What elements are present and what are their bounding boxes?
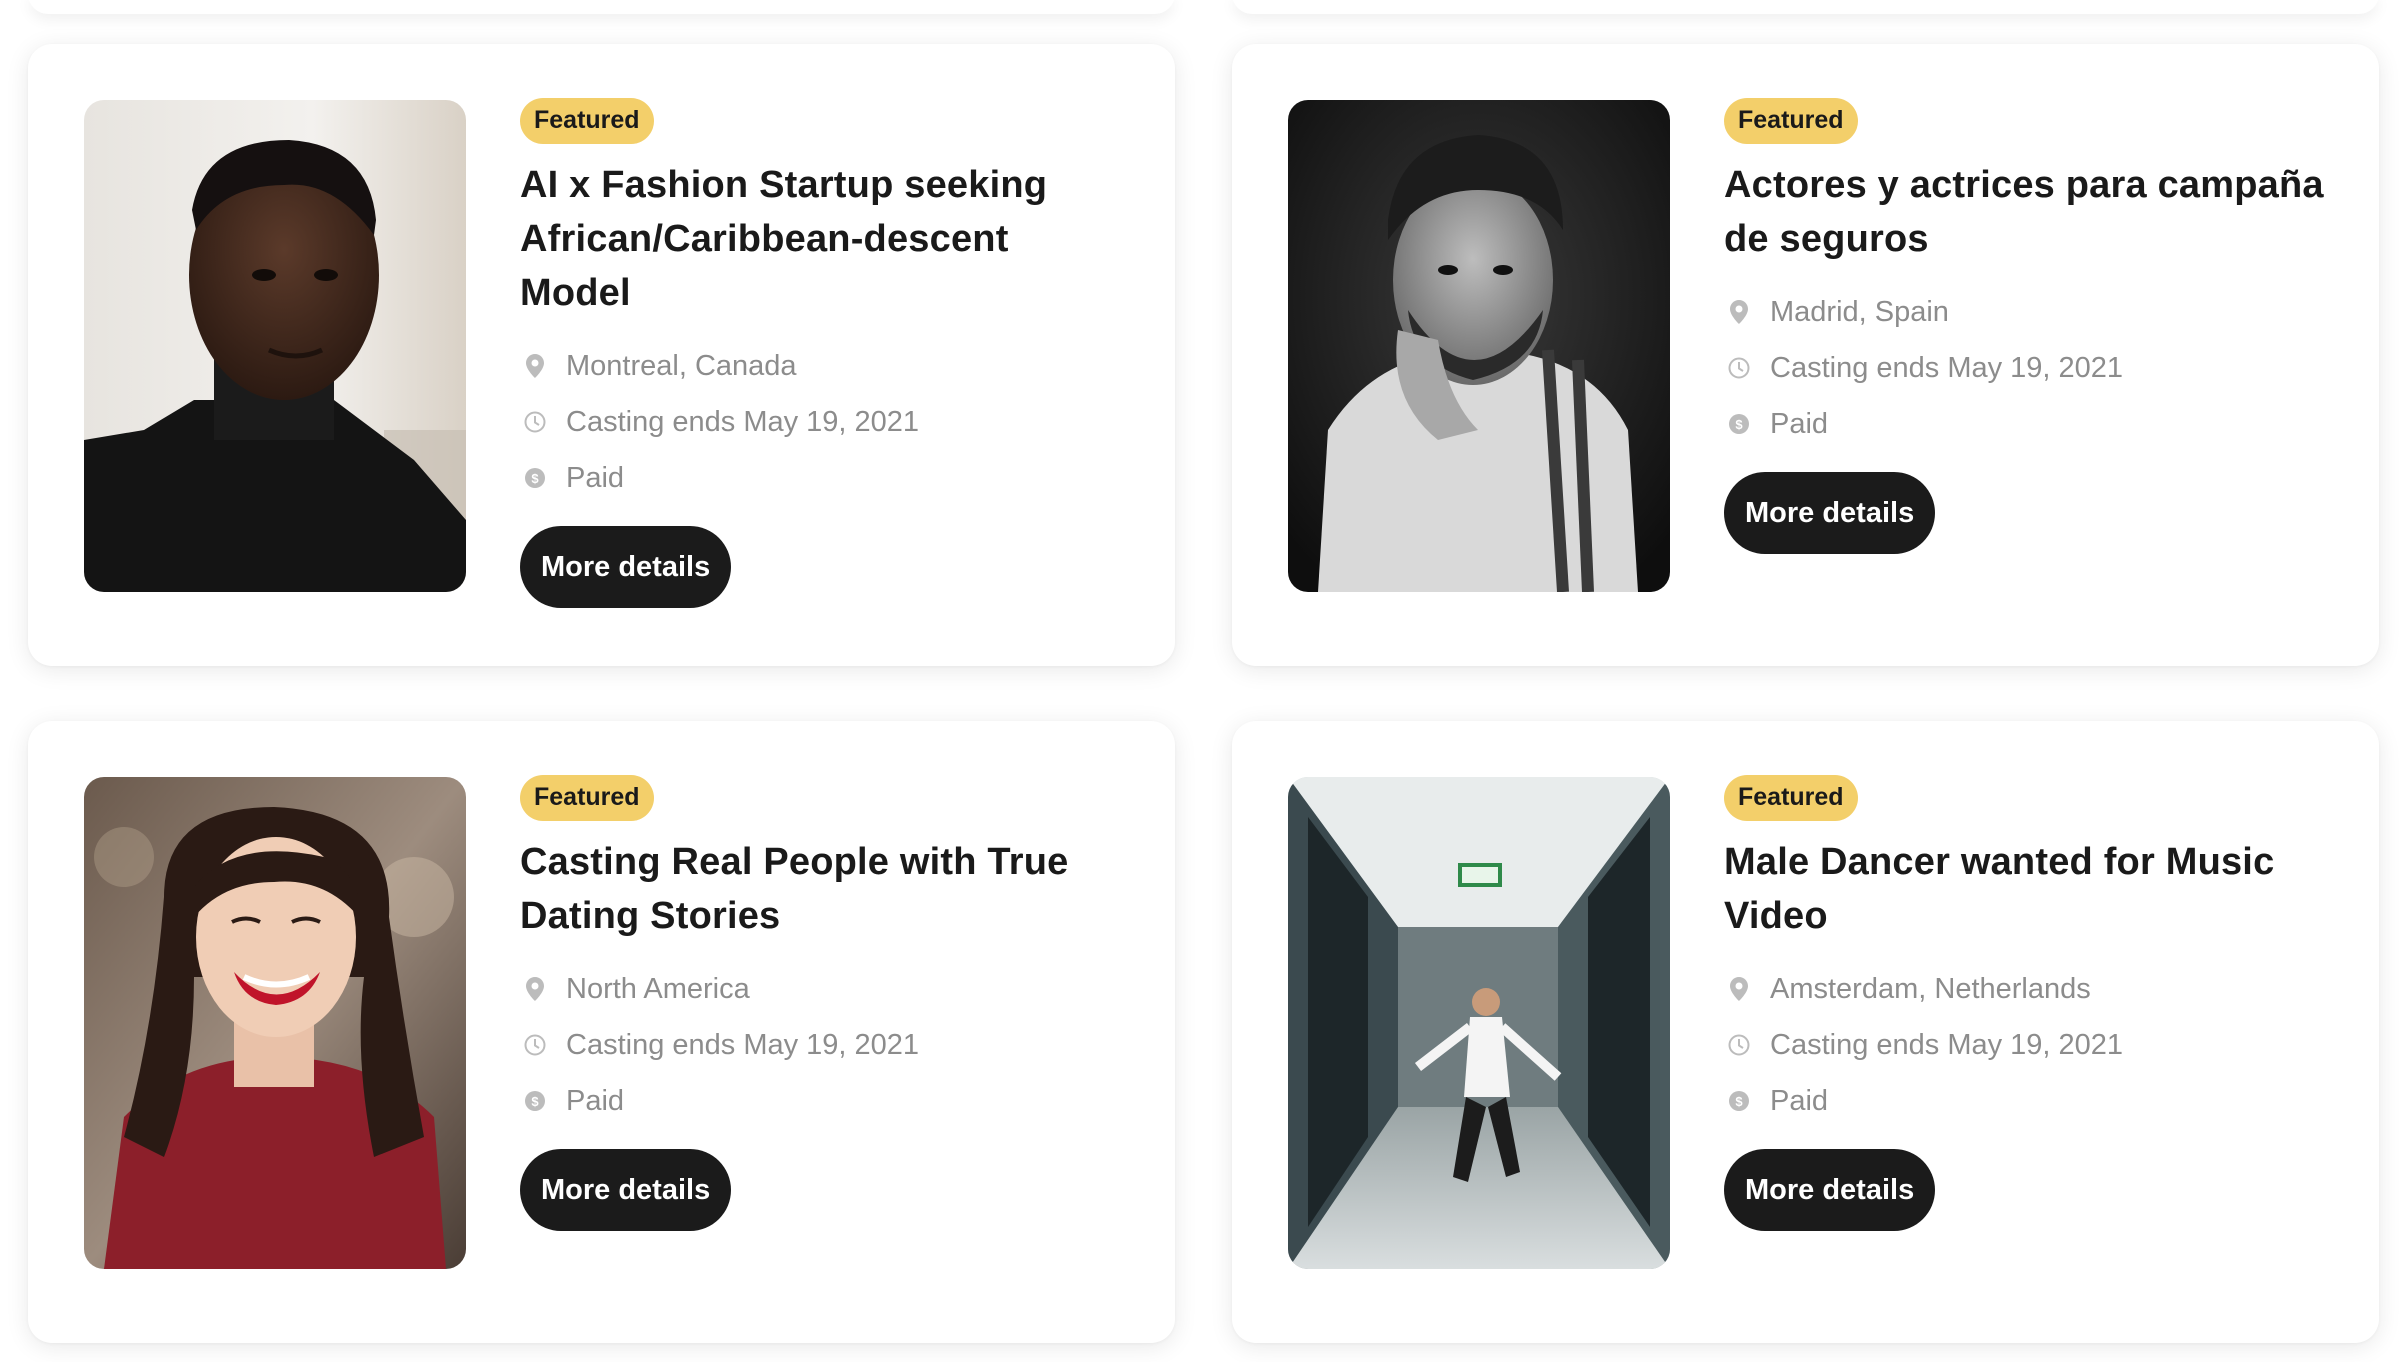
pay-text: Paid [1770, 407, 1829, 440]
svg-text:$: $ [531, 471, 539, 486]
casting-card-content: Featured AI x Fashion Startup seeking Af… [520, 98, 1120, 608]
location-text: Amsterdam, Netherlands [1770, 972, 2091, 1005]
casting-photo[interactable] [84, 777, 466, 1269]
casting-meta: Amsterdam, Netherlands Casting ends May … [1724, 961, 2324, 1129]
deadline-text: Casting ends May 19, 2021 [566, 1028, 920, 1061]
location-text: North America [566, 972, 750, 1005]
location-pin-icon [524, 977, 546, 1001]
clock-icon [1728, 1033, 1750, 1057]
deadline-text: Casting ends May 19, 2021 [1770, 351, 2124, 384]
casting-photo[interactable] [84, 100, 466, 592]
casting-pay: $ Paid [520, 1073, 1120, 1129]
casting-deadline: Casting ends May 19, 2021 [520, 1017, 1120, 1073]
casting-deadline: Casting ends May 19, 2021 [520, 394, 1120, 450]
dollar-coin-icon: $ [524, 466, 546, 490]
casting-title[interactable]: Actores y actrices para campaña de segur… [1724, 158, 2324, 266]
casting-deadline: Casting ends May 19, 2021 [1724, 340, 2324, 396]
location-pin-icon [1728, 977, 1750, 1001]
casting-photo[interactable] [1288, 777, 1670, 1269]
casting-title[interactable]: Male Dancer wanted for Music Video [1724, 835, 2324, 943]
casting-deadline: Casting ends May 19, 2021 [1724, 1017, 2324, 1073]
casting-card-content: Featured Casting Real People with True D… [520, 775, 1120, 1231]
casting-pay: $ Paid [1724, 1073, 2324, 1129]
featured-badge: Featured [520, 775, 654, 821]
casting-meta: Montreal, Canada Casting ends May 19, 20… [520, 338, 1120, 506]
location-text: Montreal, Canada [566, 349, 797, 382]
casting-location: Madrid, Spain [1724, 284, 2324, 340]
deadline-text: Casting ends May 19, 2021 [566, 405, 920, 438]
more-details-button[interactable]: More details [520, 526, 732, 608]
casting-card[interactable]: Featured Actores y actrices para campaña… [1232, 44, 2379, 666]
casting-meta: Madrid, Spain Casting ends May 19, 2021 … [1724, 284, 2324, 452]
casting-card-content: Featured Male Dancer wanted for Music Vi… [1724, 775, 2324, 1231]
casting-title[interactable]: AI x Fashion Startup seeking African/Car… [520, 158, 1120, 320]
pay-text: Paid [566, 1084, 625, 1117]
svg-text:$: $ [531, 1094, 539, 1109]
location-pin-icon [524, 354, 546, 378]
pay-text: Paid [1770, 1084, 1829, 1117]
casting-location: Montreal, Canada [520, 338, 1120, 394]
location-text: Madrid, Spain [1770, 295, 1949, 328]
more-details-button[interactable]: More details [520, 1149, 732, 1231]
clock-icon [1728, 356, 1750, 380]
casting-location: Amsterdam, Netherlands [1724, 961, 2324, 1017]
featured-badge: Featured [1724, 775, 1858, 821]
clock-icon [524, 410, 546, 434]
casting-pay: $ Paid [520, 450, 1120, 506]
more-details-button[interactable]: More details [1724, 472, 1936, 554]
dollar-coin-icon: $ [524, 1089, 546, 1113]
clock-icon [524, 1033, 546, 1057]
casting-photo[interactable] [1288, 100, 1670, 592]
more-details-button[interactable]: More details [1724, 1149, 1936, 1231]
casting-card[interactable]: Featured AI x Fashion Startup seeking Af… [28, 44, 1175, 666]
previous-card-edge [28, 0, 1175, 14]
featured-badge: Featured [1724, 98, 1858, 144]
pay-text: Paid [566, 461, 625, 494]
casting-title[interactable]: Casting Real People with True Dating Sto… [520, 835, 1120, 943]
svg-text:$: $ [1735, 417, 1743, 432]
dollar-coin-icon: $ [1728, 412, 1750, 436]
location-pin-icon [1728, 300, 1750, 324]
casting-location: North America [520, 961, 1120, 1017]
casting-card[interactable]: Featured Male Dancer wanted for Music Vi… [1232, 721, 2379, 1343]
featured-badge: Featured [520, 98, 654, 144]
casting-pay: $ Paid [1724, 396, 2324, 452]
previous-card-edge [1232, 0, 2379, 14]
casting-meta: North America Casting ends May 19, 2021 … [520, 961, 1120, 1129]
casting-listings-page: Featured AI x Fashion Startup seeking Af… [0, 0, 2402, 1362]
casting-card-content: Featured Actores y actrices para campaña… [1724, 98, 2324, 554]
casting-card[interactable]: Featured Casting Real People with True D… [28, 721, 1175, 1343]
dollar-coin-icon: $ [1728, 1089, 1750, 1113]
svg-text:$: $ [1735, 1094, 1743, 1109]
deadline-text: Casting ends May 19, 2021 [1770, 1028, 2124, 1061]
